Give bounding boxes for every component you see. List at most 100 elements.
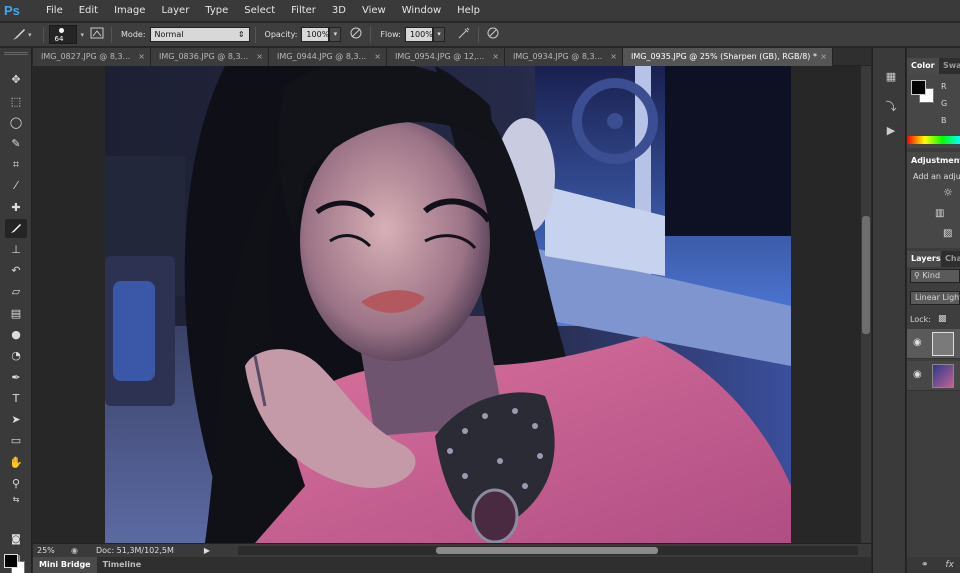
- tab-img-0944[interactable]: IMG_0944.JPG @ 8,3... ×: [269, 48, 387, 66]
- marquee-icon[interactable]: ⬚: [5, 92, 27, 111]
- healing-icon[interactable]: ✚: [5, 198, 27, 217]
- horizontal-scroll-thumb[interactable]: [436, 547, 658, 554]
- swap-colors-icon[interactable]: ⇆: [5, 490, 27, 509]
- brush-panel-toggle-icon[interactable]: [88, 26, 106, 44]
- menu-help[interactable]: Help: [449, 0, 488, 22]
- pressure-size-icon[interactable]: [484, 26, 502, 44]
- status-icon[interactable]: ◉: [71, 546, 78, 555]
- gradient-icon[interactable]: ▤: [5, 304, 27, 323]
- dodge-icon[interactable]: ◔: [5, 346, 27, 365]
- eye-icon[interactable]: ◉: [913, 369, 922, 380]
- curves-icon[interactable]: ▨: [943, 228, 952, 239]
- flow-field[interactable]: 100%: [404, 27, 433, 42]
- history-icon[interactable]: ▦: [882, 68, 900, 86]
- type-icon[interactable]: T: [5, 389, 27, 408]
- tab-swatches[interactable]: Swat: [939, 58, 960, 74]
- fx-icon[interactable]: fx: [945, 560, 954, 570]
- brush-tool-icon[interactable]: [10, 26, 28, 44]
- actions-icon[interactable]: ⤵: [882, 98, 900, 116]
- close-icon[interactable]: ×: [138, 48, 145, 66]
- close-icon[interactable]: ×: [820, 48, 827, 66]
- zoom-level-field[interactable]: 25%: [37, 545, 71, 557]
- brightness-icon[interactable]: ☼: [943, 186, 953, 199]
- link-layers-icon[interactable]: ⚭: [921, 560, 929, 570]
- tool-preset-arrow-icon[interactable]: ▾: [28, 31, 32, 39]
- tab-img-0827[interactable]: IMG_0827.JPG @ 8,3... ×: [33, 48, 151, 66]
- close-icon[interactable]: ×: [374, 48, 381, 66]
- move-icon[interactable]: ✥: [5, 70, 27, 89]
- menu-view[interactable]: View: [354, 0, 394, 22]
- panel-grip[interactable]: [4, 52, 28, 55]
- color-panel: R G B: [907, 74, 960, 148]
- stamp-icon[interactable]: ⊥: [5, 240, 27, 259]
- brush-preset-arrow-icon[interactable]: ▾: [81, 31, 85, 39]
- blur-icon[interactable]: ●: [5, 325, 27, 344]
- lock-transparent-icon[interactable]: ▩: [938, 314, 947, 324]
- menu-file[interactable]: File: [38, 0, 71, 22]
- canvas-area[interactable]: [33, 66, 861, 543]
- tab-img-0836[interactable]: IMG_0836.JPG @ 8,3... ×: [151, 48, 269, 66]
- quick-select-icon[interactable]: ✎: [5, 134, 27, 153]
- color-spectrum-bar[interactable]: [907, 136, 960, 144]
- foreground-color-chip[interactable]: [911, 80, 926, 95]
- mode-select[interactable]: Normal ⇕: [149, 27, 250, 42]
- layer-row[interactable]: ◉: [907, 361, 960, 391]
- tab-label: IMG_0935.JPG @ 25% (Sharpen (GB), RGB/8)…: [631, 52, 817, 61]
- crop-icon[interactable]: ⌗: [5, 155, 27, 174]
- menu-type[interactable]: Type: [197, 0, 236, 22]
- tab-color[interactable]: Color: [907, 58, 939, 74]
- levels-icon[interactable]: ▥: [935, 208, 944, 219]
- opacity-field[interactable]: 100%: [301, 27, 330, 42]
- shape-icon[interactable]: ▭: [5, 431, 27, 450]
- options-bar: ▾ 64 ▾ Mode: Normal ⇕ Opacity: 100% ▾ Fl…: [0, 23, 960, 47]
- airbrush-icon[interactable]: [455, 26, 473, 44]
- menu-window[interactable]: Window: [394, 0, 449, 22]
- foreground-color-swatch[interactable]: [4, 554, 18, 568]
- close-icon[interactable]: ×: [610, 48, 617, 66]
- history-brush-icon[interactable]: ↶: [5, 261, 27, 280]
- opacity-dropdown-icon[interactable]: ▾: [329, 27, 342, 42]
- brush-icon[interactable]: [5, 219, 27, 238]
- layer-filter-kind[interactable]: ⚲ Kind: [910, 269, 960, 283]
- tab-img-0954[interactable]: IMG_0954.JPG @ 12,... ×: [387, 48, 505, 66]
- pressure-opacity-icon[interactable]: [347, 26, 365, 44]
- quick-mask-icon[interactable]: ◙: [5, 530, 27, 549]
- menu-edit[interactable]: Edit: [71, 0, 106, 22]
- vertical-scroll-thumb[interactable]: [862, 216, 870, 334]
- mode-label: Mode:: [121, 30, 146, 39]
- layer-row[interactable]: ◉: [907, 329, 960, 359]
- document-image[interactable]: [105, 66, 791, 543]
- close-icon[interactable]: ×: [492, 48, 499, 66]
- tab-img-0934[interactable]: IMG_0934.JPG @ 8,3... ×: [505, 48, 623, 66]
- kind-label: Kind: [922, 271, 941, 280]
- vertical-scrollbar[interactable]: [861, 66, 871, 543]
- tab-layers[interactable]: Layers: [907, 251, 945, 267]
- horizontal-scrollbar[interactable]: [238, 546, 858, 555]
- photoshop-logo: Ps: [4, 2, 20, 18]
- flow-dropdown-icon[interactable]: ▾: [432, 27, 445, 42]
- blend-mode-select[interactable]: Linear Light: [910, 291, 960, 305]
- menu-3d[interactable]: 3D: [324, 0, 354, 22]
- eraser-icon[interactable]: ▱: [5, 282, 27, 301]
- tab-mini-bridge[interactable]: Mini Bridge: [33, 557, 97, 573]
- brush-preset-picker[interactable]: 64: [48, 25, 77, 44]
- pen-icon[interactable]: ✒: [5, 368, 27, 387]
- menu-bar: Ps File Edit Image Layer Type Select Fil…: [0, 0, 960, 22]
- menu-filter[interactable]: Filter: [283, 0, 324, 22]
- status-menu-arrow-icon[interactable]: ▶: [204, 546, 210, 555]
- tab-img-0935[interactable]: IMG_0935.JPG @ 25% (Sharpen (GB), RGB/8)…: [623, 48, 833, 66]
- path-select-icon[interactable]: ➤: [5, 410, 27, 429]
- play-icon[interactable]: ▶: [882, 122, 900, 140]
- tab-timeline[interactable]: Timeline: [97, 557, 148, 573]
- menu-layer[interactable]: Layer: [153, 0, 197, 22]
- close-icon[interactable]: ×: [256, 48, 263, 66]
- collapsed-panels-strip: ▦ ⤵ ▶: [872, 48, 906, 573]
- menu-select[interactable]: Select: [236, 0, 283, 22]
- eye-icon[interactable]: ◉: [913, 337, 922, 348]
- menu-image[interactable]: Image: [106, 0, 153, 22]
- eyedropper-icon[interactable]: ⁄: [5, 176, 27, 195]
- hand-icon[interactable]: ✋: [5, 453, 27, 472]
- layers-footer: ⚭ fx: [907, 557, 960, 573]
- tab-channels[interactable]: Cha: [941, 251, 960, 267]
- lasso-icon[interactable]: ◯: [5, 113, 27, 132]
